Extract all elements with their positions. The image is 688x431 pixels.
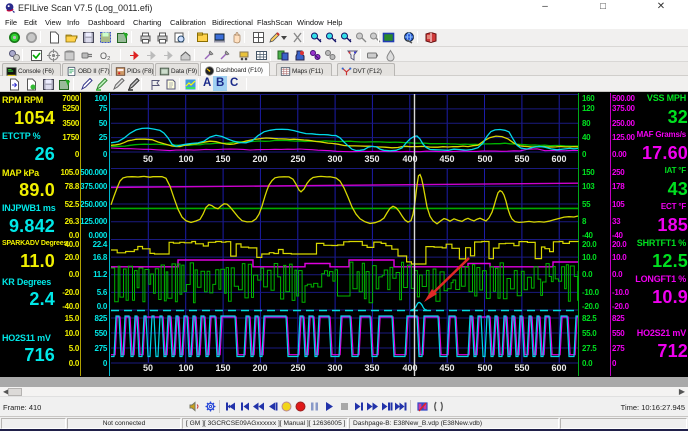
- svg-text:O₂: O₂: [100, 51, 111, 61]
